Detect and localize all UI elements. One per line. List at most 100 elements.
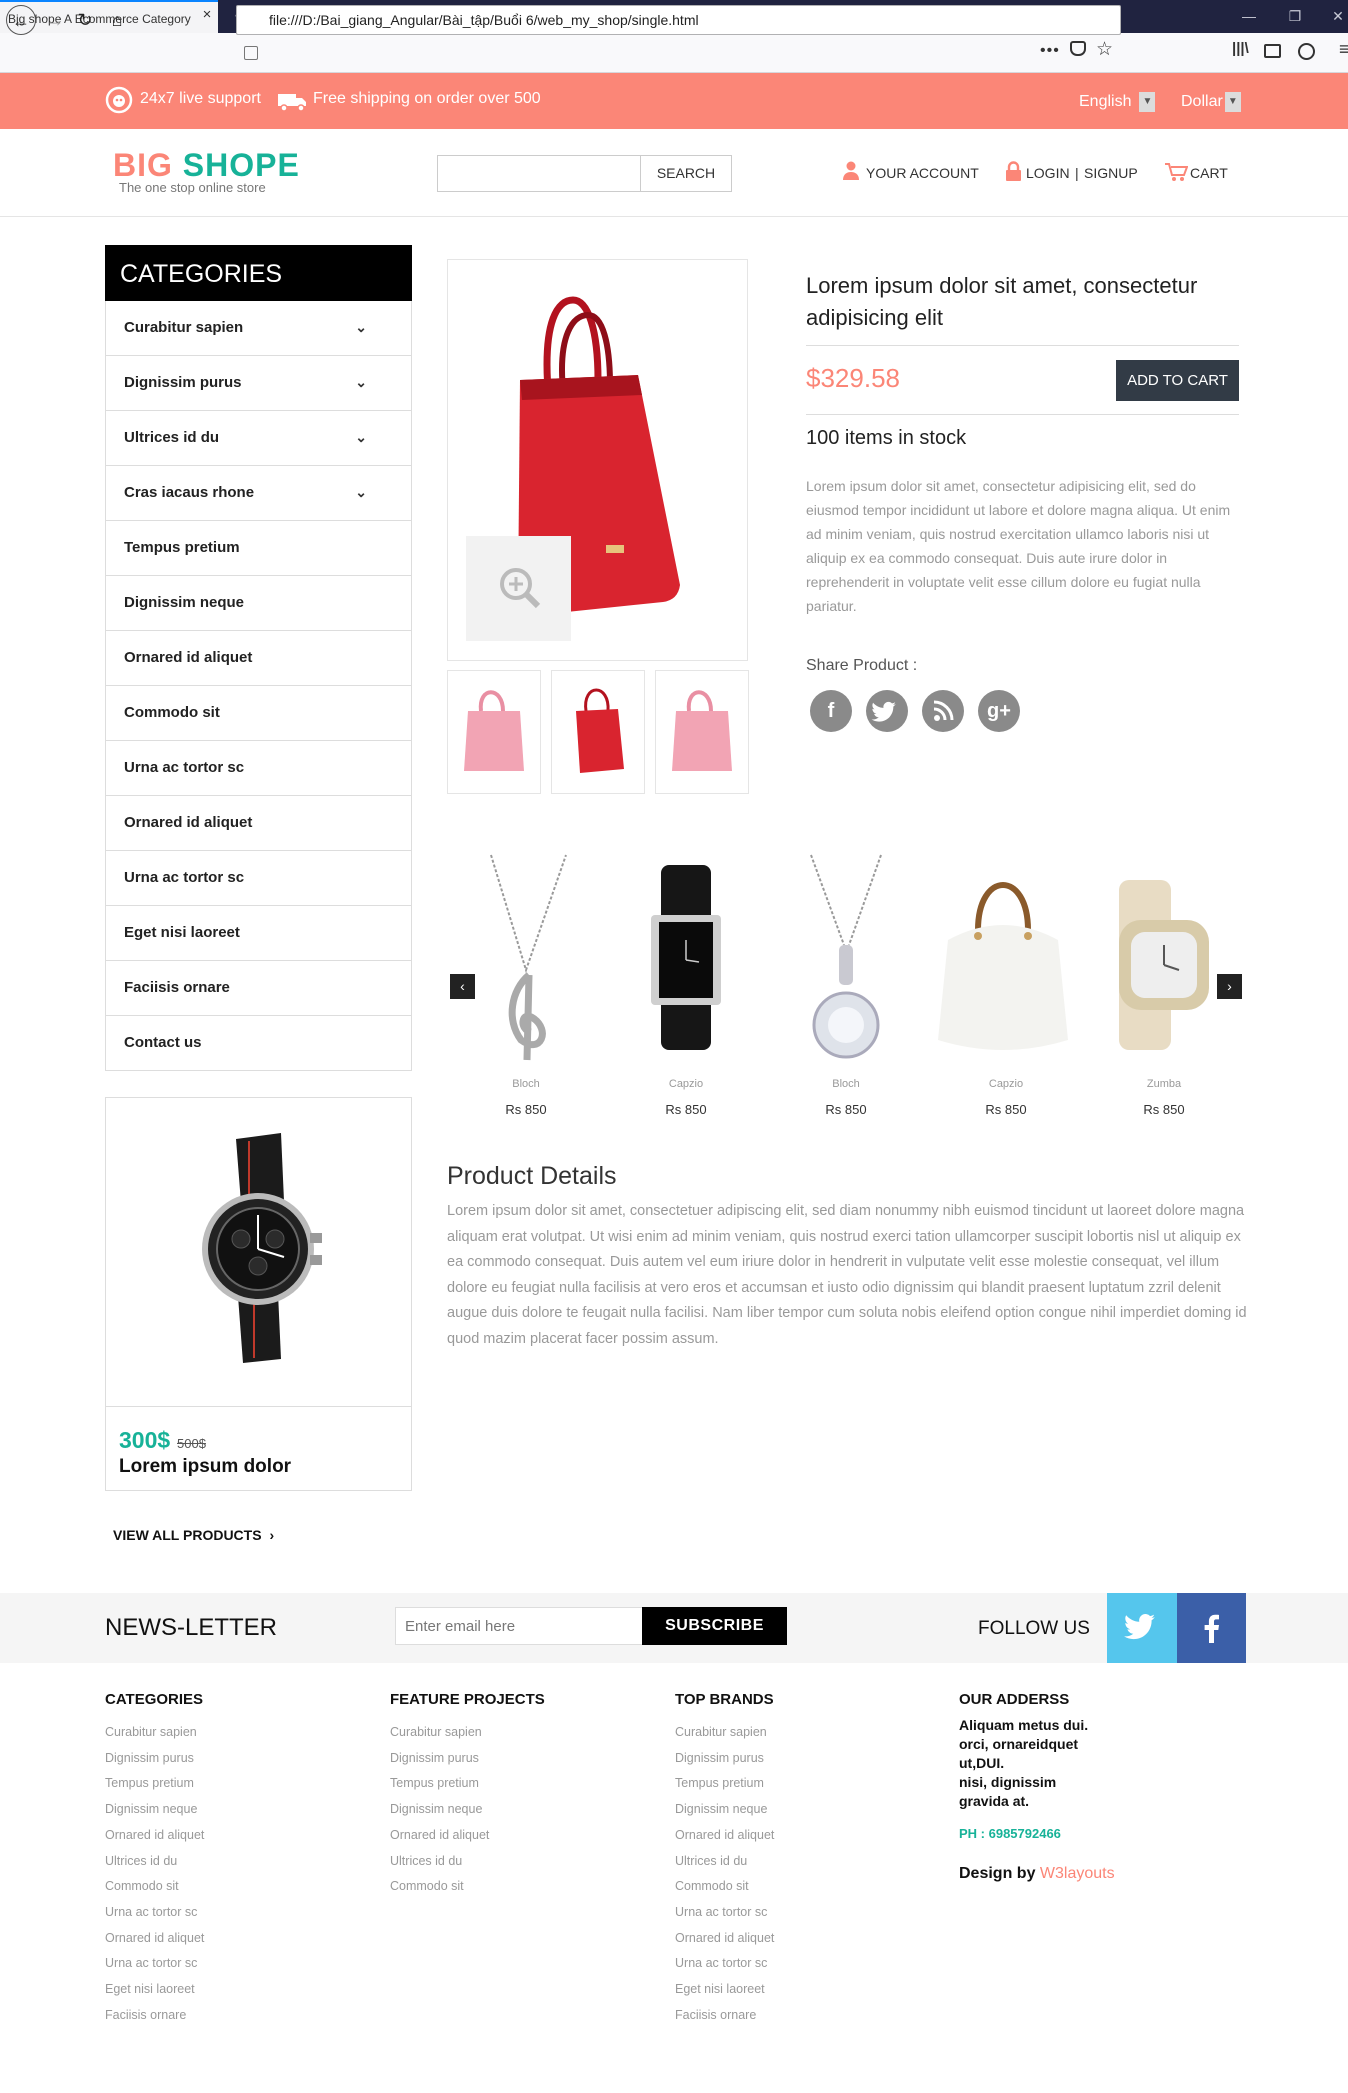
pocket-icon[interactable] [1070, 41, 1086, 56]
category-item[interactable]: Curabitur sapien ⌄ [105, 301, 412, 356]
carousel-item-image[interactable] [928, 850, 1078, 1065]
twitter-follow-button[interactable] [1107, 1593, 1177, 1663]
account-link[interactable]: YOUR ACCOUNT [866, 165, 979, 181]
page-info-icon[interactable] [244, 46, 258, 60]
footer-link[interactable]: Ornared id aliquet [675, 1823, 774, 1849]
category-item[interactable]: Dignissim neque [105, 576, 412, 631]
zoom-button[interactable] [466, 536, 571, 641]
account-icon[interactable] [1298, 43, 1315, 60]
more-actions-icon[interactable]: ••• [1040, 42, 1060, 60]
footer-link[interactable]: Curabitur sapien [105, 1720, 204, 1746]
footer-link[interactable]: Ornared id aliquet [105, 1926, 204, 1952]
category-item[interactable]: Urna ac tortor sc [105, 851, 412, 906]
footer-link[interactable]: Dignissim neque [105, 1797, 204, 1823]
search-button[interactable]: SEARCH [640, 155, 732, 192]
footer-link[interactable]: Ornared id aliquet [675, 1926, 774, 1952]
footer-link[interactable]: Commodo sit [105, 1874, 204, 1900]
category-item[interactable]: Urna ac tortor sc [105, 741, 412, 796]
back-arrow-icon[interactable]: ← [6, 5, 36, 35]
product-thumbnail[interactable] [447, 670, 541, 794]
subscribe-button[interactable]: SUBSCRIBE [642, 1607, 787, 1645]
carousel-item-name[interactable]: Zumba [1089, 1078, 1239, 1090]
footer-link[interactable]: Faciisis ornare [105, 2003, 204, 2029]
facebook-icon[interactable]: f [810, 690, 852, 732]
category-item[interactable]: Ultrices id du ⌄ [105, 411, 412, 466]
logo[interactable]: BIG SHOPE [113, 147, 300, 184]
carousel-item-image[interactable] [611, 850, 761, 1065]
restore-icon[interactable]: ❐ [1282, 4, 1308, 28]
footer-link[interactable]: Ornared id aliquet [105, 1823, 204, 1849]
sidebar-icon[interactable] [1264, 44, 1281, 58]
footer-link[interactable]: Urna ac tortor sc [675, 1951, 774, 1977]
footer-link[interactable]: Commodo sit [675, 1874, 774, 1900]
category-label: Urna ac tortor sc [124, 869, 245, 886]
bookmark-star-icon[interactable]: ☆ [1096, 38, 1113, 61]
footer-link[interactable]: Commodo sit [390, 1874, 489, 1900]
minimize-icon[interactable]: — [1236, 4, 1262, 28]
footer-link[interactable]: Dignissim purus [105, 1746, 204, 1772]
product-thumbnail[interactable] [551, 670, 645, 794]
product-title: Lorem ipsum dolor sit amet, consectetur … [806, 273, 1198, 330]
footer-link[interactable]: Urna ac tortor sc [105, 1951, 204, 1977]
facebook-follow-button[interactable] [1177, 1593, 1246, 1663]
featured-name[interactable]: Lorem ipsum dolor [119, 1456, 291, 1478]
footer-link[interactable]: Dignissim purus [390, 1746, 489, 1772]
category-item[interactable]: Cras iacaus rhone ⌄ [105, 466, 412, 521]
carousel-item-image[interactable] [451, 850, 601, 1065]
footer-link[interactable]: Dignissim purus [675, 1746, 774, 1772]
tab-close-icon[interactable]: × [199, 7, 215, 23]
product-thumbnail[interactable] [655, 670, 749, 794]
library-icon[interactable]: |||\ [1232, 40, 1249, 57]
footer-link[interactable]: Urna ac tortor sc [675, 1900, 774, 1926]
category-item[interactable]: Tempus pretium [105, 521, 412, 576]
email-input[interactable]: Enter email here [395, 1607, 645, 1645]
reload-icon[interactable]: ↻ [70, 5, 100, 35]
carousel-item-name[interactable]: Bloch [771, 1078, 921, 1090]
add-to-cart-button[interactable]: ADD TO CART [1116, 360, 1239, 401]
footer-link[interactable]: Eget nisi laoreet [675, 1977, 774, 2003]
menu-icon[interactable]: ≡ [1339, 39, 1348, 60]
forward-arrow-icon[interactable]: → [40, 5, 70, 35]
footer-link[interactable]: Curabitur sapien [390, 1720, 489, 1746]
footer-link[interactable]: Dignissim neque [390, 1797, 489, 1823]
footer-link[interactable]: Ultrices id du [105, 1849, 204, 1875]
twitter-icon [1124, 1614, 1155, 1640]
carousel-item-name[interactable]: Capzio [931, 1078, 1081, 1090]
footer-link[interactable]: Eget nisi laoreet [105, 1977, 204, 2003]
footer-link[interactable]: Tempus pretium [105, 1771, 204, 1797]
footer-link[interactable]: Faciisis ornare [675, 2003, 774, 2029]
footer-link[interactable]: Curabitur sapien [675, 1720, 774, 1746]
category-item[interactable]: Commodo sit [105, 686, 412, 741]
category-item[interactable]: Eget nisi laoreet [105, 906, 412, 961]
category-item[interactable]: Ornared id aliquet [105, 796, 412, 851]
login-link[interactable]: LOGIN [1026, 165, 1070, 181]
language-select[interactable]: English ▼ [1079, 92, 1156, 112]
twitter-icon[interactable] [866, 690, 908, 732]
search-input[interactable] [437, 155, 641, 192]
signup-link[interactable]: SIGNUP [1084, 165, 1138, 181]
carousel-item-image[interactable] [1089, 850, 1239, 1065]
w3layouts-link[interactable]: W3layouts [1040, 1865, 1115, 1882]
currency-select[interactable]: Dollar ▼ [1181, 92, 1241, 112]
close-window-icon[interactable]: ✕ [1328, 4, 1348, 28]
carousel-item-name[interactable]: Capzio [611, 1078, 761, 1090]
footer-link[interactable]: Urna ac tortor sc [105, 1900, 204, 1926]
footer-link[interactable]: Ornared id aliquet [390, 1823, 489, 1849]
home-icon[interactable]: ⌂ [102, 5, 132, 35]
category-item[interactable]: Contact us [105, 1016, 412, 1071]
view-all-products-link[interactable]: VIEW ALL PRODUCTS › [113, 1527, 274, 1543]
rss-icon[interactable] [922, 690, 964, 732]
category-item[interactable]: Faciisis ornare [105, 961, 412, 1016]
footer-link[interactable]: Tempus pretium [675, 1771, 774, 1797]
carousel-item-image[interactable] [771, 850, 921, 1065]
carousel-item-name[interactable]: Bloch [451, 1078, 601, 1090]
footer-link[interactable]: Ultrices id du [675, 1849, 774, 1875]
address-bar[interactable]: file:///D:/Bai_giang_Angular/Bài_tập/Buổ… [236, 5, 1121, 35]
footer-link[interactable]: Tempus pretium [390, 1771, 489, 1797]
category-item[interactable]: Ornared id aliquet [105, 631, 412, 686]
category-item[interactable]: Dignissim purus ⌄ [105, 356, 412, 411]
google-plus-icon[interactable]: g+ [978, 690, 1020, 732]
footer-link[interactable]: Dignissim neque [675, 1797, 774, 1823]
footer-link[interactable]: Ultrices id du [390, 1849, 489, 1875]
cart-link[interactable]: CART [1190, 165, 1228, 181]
